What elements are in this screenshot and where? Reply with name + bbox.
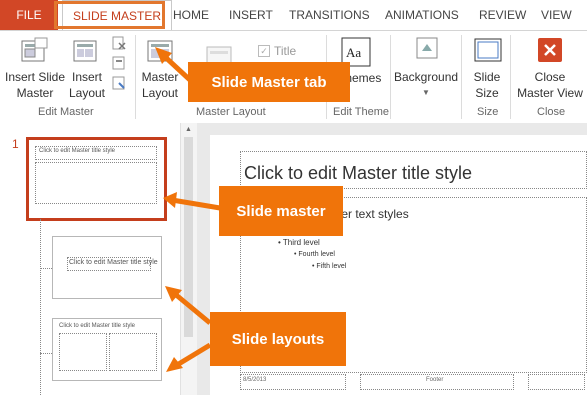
slide-layout-thumbnail[interactable]: Click to edit Master title style (52, 236, 162, 299)
group-edit-master-label: Edit Master (38, 106, 94, 118)
checkbox-icon: ✓ (258, 45, 270, 57)
delete-icon[interactable] (111, 35, 127, 51)
title-checkbox[interactable]: ✓ Title (258, 43, 296, 59)
close-label-1: Close (534, 70, 566, 84)
insert-slide-master-button[interactable]: Insert Slide Master (4, 69, 66, 101)
insert-slide-master-icon (20, 37, 50, 67)
svg-text:Aa: Aa (346, 45, 361, 60)
close-master-view-button[interactable]: Close Master View (515, 69, 585, 101)
tab-insert[interactable]: INSERT (229, 0, 273, 30)
scroll-up-icon[interactable]: ▲ (185, 126, 192, 133)
slide-layout-thumbnail[interactable]: Click to edit Master title style (52, 318, 162, 381)
tab-animations[interactable]: ANIMATIONS (385, 0, 459, 30)
thumb-body-placeholder (35, 162, 157, 204)
group-close-label: Close (537, 106, 566, 118)
body-level-5-text: Fifth level (316, 263, 347, 270)
layout-connector (40, 353, 52, 354)
background-button[interactable]: Background ▼ (394, 69, 458, 101)
group-separator (390, 35, 391, 119)
slide-size-icon (473, 35, 503, 65)
insert-slide-master-label-2: Master (16, 86, 54, 100)
group-separator (135, 35, 136, 119)
insert-layout-label-2: Layout (68, 86, 106, 100)
callout-slide-master-tab: Slide Master tab (188, 62, 350, 102)
close-icon (538, 38, 562, 62)
title-checkbox-label: Title (274, 44, 297, 58)
background-styles-icon (416, 37, 438, 59)
slide-size-label-1: Slide (473, 70, 501, 84)
group-separator (461, 35, 462, 119)
master-layout-button[interactable]: Master Layout (138, 69, 182, 101)
thumb-layout-title-text: Click to edit Master title style (59, 323, 136, 329)
layout-connector (40, 268, 52, 269)
layout-connector (40, 219, 41, 395)
master-layout-icon (146, 37, 176, 67)
tab-view[interactable]: VIEW (541, 0, 572, 30)
thumb-content-placeholder (59, 333, 107, 371)
slide-number-placeholder[interactable] (528, 374, 585, 390)
insert-slide-master-label-1: Insert Slide (4, 70, 66, 84)
slide-size-button[interactable]: Slide Size (470, 69, 504, 101)
slide-master-tab-highlight (54, 1, 165, 29)
group-edit-theme-label: Edit Theme (333, 106, 390, 118)
background-label: Background (394, 70, 459, 84)
slide-number: 1 (12, 137, 19, 151)
background-dropdown-icon: ▼ (422, 88, 430, 97)
tab-transitions[interactable]: TRANSITIONS (289, 0, 370, 30)
date-text: 8/5/2013 (243, 377, 267, 383)
insert-layout-button[interactable]: Insert Layout (66, 69, 108, 101)
slide-master-thumbnail[interactable]: Click to edit Master title style (26, 137, 167, 221)
slide-size-label-2: Size (475, 86, 499, 100)
body-level-5: • Fifth level (312, 263, 347, 270)
insert-layout-label-1: Insert (71, 70, 102, 84)
thumbnail-scrollbar[interactable]: ▲ (180, 123, 197, 395)
body-level-3: • Third level (278, 238, 320, 247)
rename-icon[interactable] (111, 55, 127, 71)
close-label-2: Master View (517, 86, 583, 100)
preserve-icon[interactable] (111, 75, 127, 91)
tab-review[interactable]: REVIEW (479, 0, 526, 30)
footer-text: Footer (426, 377, 444, 383)
tab-file[interactable]: FILE (0, 0, 58, 30)
body-level-1-text: ter text styles (338, 207, 409, 221)
tab-home[interactable]: HOME (173, 0, 209, 30)
body-level-4-text: Fourth level (298, 251, 335, 258)
body-level-4: • Fourth level (294, 251, 335, 258)
body-level-3-text: Third level (282, 238, 320, 247)
thumb-layout-title-text: Click to edit Master title style (69, 259, 158, 266)
insert-layout-icon (72, 37, 100, 67)
thumbnail-pane: 1 Click to edit Master title style Click… (0, 123, 197, 395)
master-layout-label-1: Master (141, 70, 179, 84)
thumb-content-placeholder (109, 333, 157, 371)
master-layout-label-2: Layout (141, 86, 179, 100)
group-master-layout-label: Master Layout (196, 106, 266, 118)
scroll-thumb[interactable] (184, 137, 193, 337)
slide-title-text: Click to edit Master title style (244, 163, 473, 183)
callout-slide-master: Slide master (219, 186, 343, 236)
callout-slide-layouts: Slide layouts (210, 312, 346, 366)
group-size-label: Size (477, 106, 499, 118)
thumb-title-text: Click to edit Master title style (39, 148, 116, 154)
group-separator (510, 35, 511, 119)
